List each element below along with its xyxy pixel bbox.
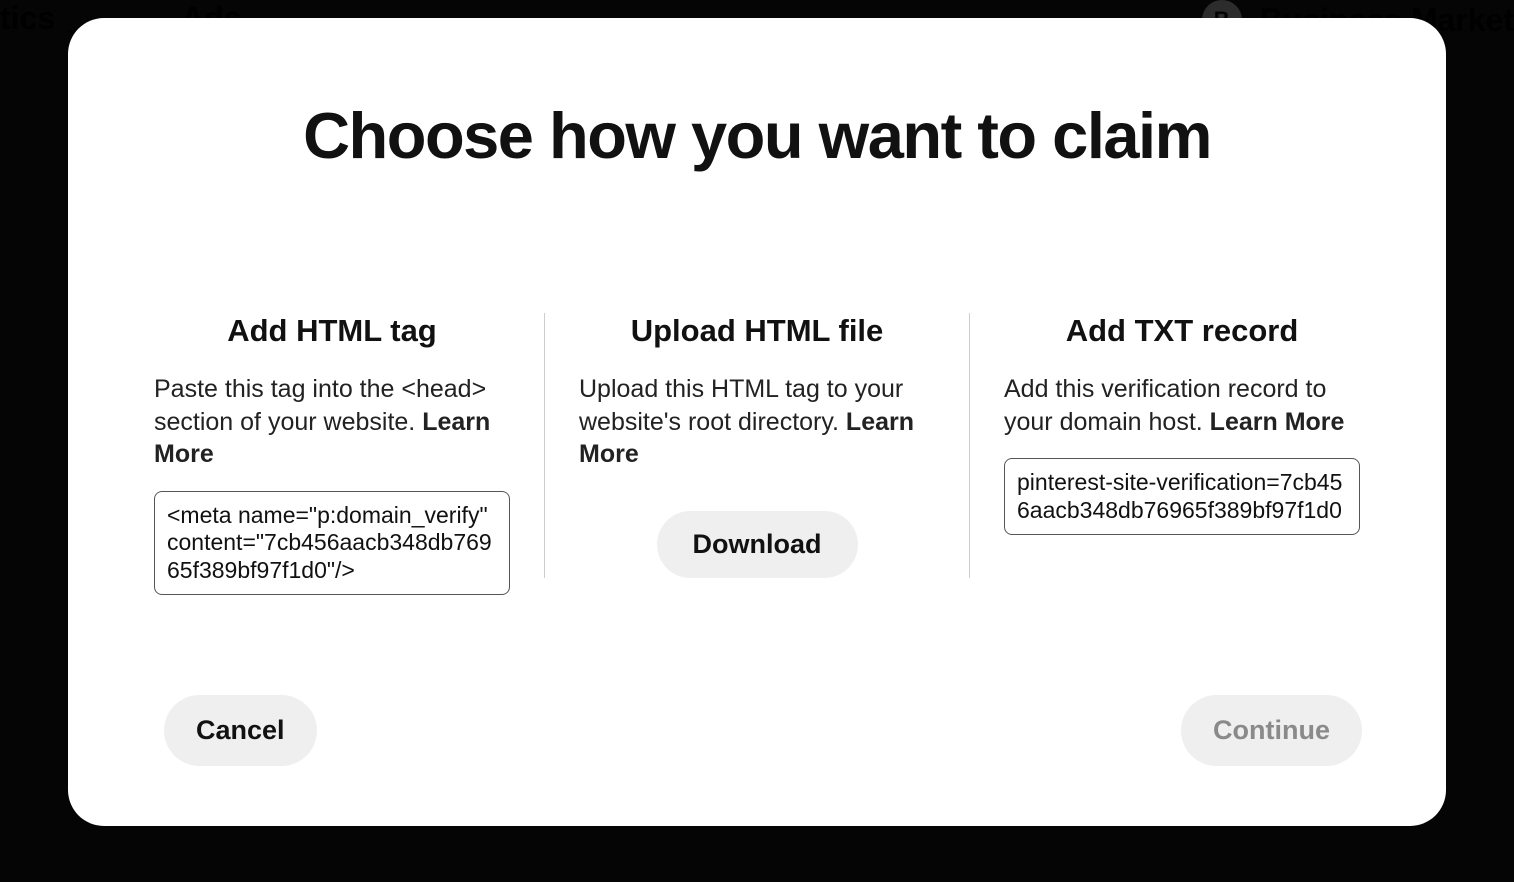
option-description: Paste this tag into the <head> section o… (154, 373, 510, 471)
option-title: Upload HTML file (579, 313, 935, 349)
modal-overlay: Choose how you want to claim Add HTML ta… (0, 0, 1514, 882)
option-title: Add HTML tag (154, 313, 510, 349)
html-tag-code[interactable]: <meta name="p:domain_verify" content="7c… (154, 491, 510, 596)
option-add-txt-record[interactable]: Add TXT record Add this verification rec… (970, 313, 1360, 595)
option-title: Add TXT record (1004, 313, 1360, 349)
option-add-html-tag[interactable]: Add HTML tag Paste this tag into the <he… (154, 313, 544, 595)
claim-options-row: Add HTML tag Paste this tag into the <he… (154, 313, 1360, 595)
claim-method-modal: Choose how you want to claim Add HTML ta… (68, 18, 1446, 826)
txt-record-code[interactable]: pinterest-site-verification=7cb456aacb34… (1004, 458, 1360, 535)
learn-more-link[interactable]: Learn More (1210, 408, 1345, 436)
continue-button[interactable]: Continue (1181, 695, 1362, 766)
option-description: Add this verification record to your dom… (1004, 373, 1360, 438)
modal-footer: Cancel Continue (164, 695, 1362, 766)
modal-title: Choose how you want to claim (128, 98, 1386, 173)
option-upload-html-file[interactable]: Upload HTML file Upload this HTML tag to… (545, 313, 969, 595)
download-button[interactable]: Download (657, 511, 858, 578)
cancel-button[interactable]: Cancel (164, 695, 317, 766)
option-description: Upload this HTML tag to your website's r… (579, 373, 935, 471)
